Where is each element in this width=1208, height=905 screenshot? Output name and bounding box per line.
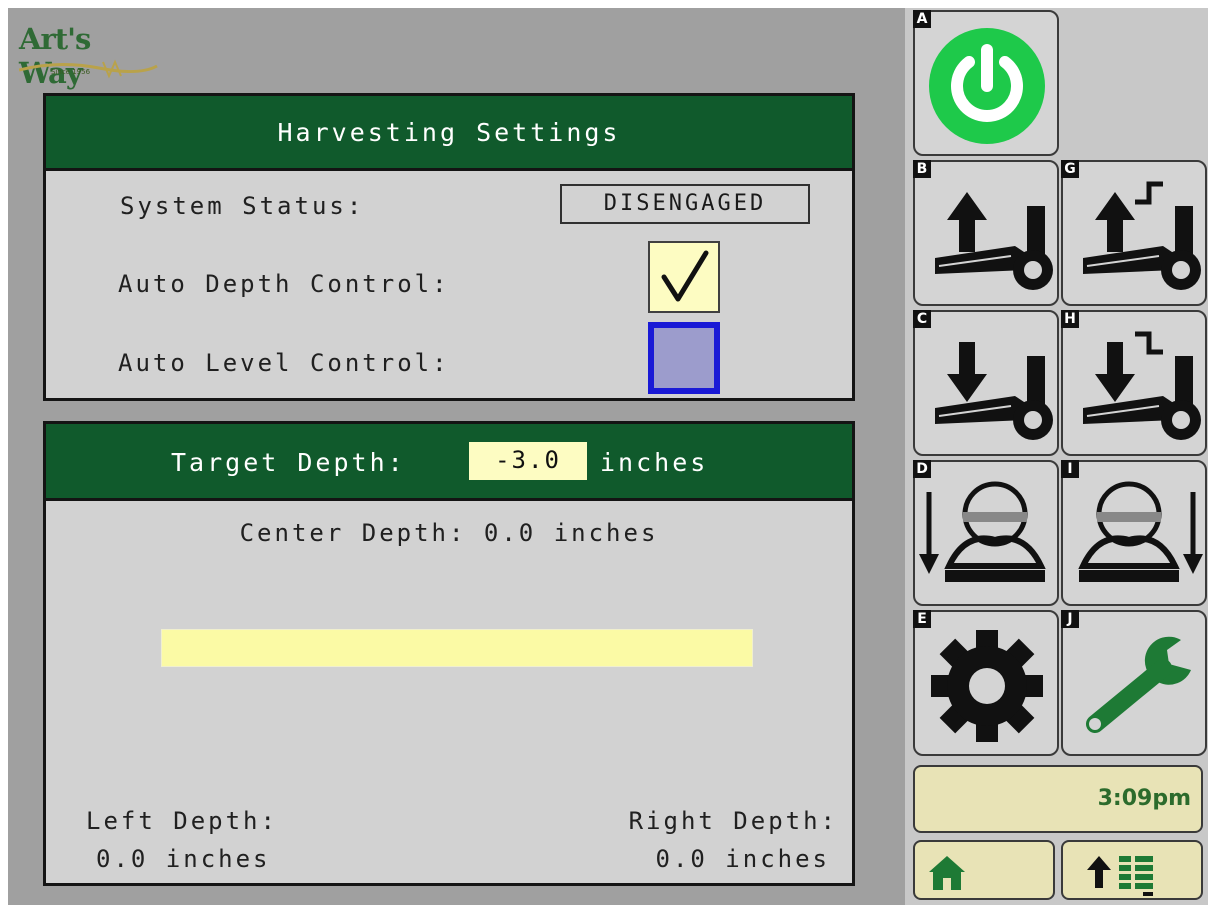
- menu-up-button[interactable]: [1061, 840, 1203, 900]
- softkey-c-lower-header-button[interactable]: C: [913, 310, 1059, 456]
- target-depth-panel: Target Depth: -3.0 inches Center Depth: …: [43, 421, 855, 886]
- softkey-a-power-button[interactable]: A: [913, 10, 1059, 156]
- checkmark-icon: [661, 250, 709, 302]
- softkey-column: A B G C H D I E J 3:09pm: [905, 8, 1208, 905]
- softkey-letter: I: [1061, 460, 1079, 478]
- wrench-icon: [1086, 636, 1191, 733]
- tilt-left-icon: [919, 481, 1046, 582]
- right-depth-value: 0.0 inches: [655, 845, 830, 873]
- home-icon: [929, 856, 965, 890]
- softkey-d-tilt-left-button[interactable]: D: [913, 460, 1059, 606]
- depth-indicator-bar: [161, 629, 753, 667]
- auto-level-checkbox[interactable]: [648, 322, 720, 394]
- center-depth-readout: Center Depth: 0.0 inches: [239, 519, 659, 547]
- right-depth-label: Right Depth:: [628, 807, 838, 835]
- settings-header: Harvesting Settings: [46, 96, 852, 171]
- left-depth-label: Left Depth:: [86, 807, 278, 835]
- power-icon: [929, 28, 1045, 144]
- softkey-letter: E: [913, 610, 931, 628]
- softkey-letter: B: [913, 160, 931, 178]
- auto-depth-checkbox[interactable]: [648, 241, 720, 313]
- raise-header-step-icon: [1083, 181, 1201, 290]
- artsway-logo: Art's Way Since 1956: [19, 22, 159, 90]
- gear-icon: [931, 630, 1043, 742]
- softkey-letter: J: [1061, 610, 1079, 628]
- softkey-letter: C: [913, 310, 931, 328]
- softkey-j-service-button[interactable]: J: [1061, 610, 1207, 756]
- softkey-letter: A: [913, 10, 931, 28]
- left-depth-value: 0.0 inches: [96, 845, 271, 873]
- softkey-i-tilt-right-button[interactable]: I: [1061, 460, 1207, 606]
- target-depth-unit: inches: [600, 448, 709, 477]
- menu-up-icon: [1087, 856, 1153, 896]
- system-status-badge: DISENGAGED: [560, 184, 810, 224]
- softkey-e-settings-button[interactable]: E: [913, 610, 1059, 756]
- system-status-label: System Status:: [120, 192, 365, 220]
- auto-level-label: Auto Level Control:: [118, 349, 450, 377]
- home-button[interactable]: [913, 840, 1055, 900]
- softkey-g-raise-step-button[interactable]: G: [1061, 160, 1207, 306]
- auto-depth-label: Auto Depth Control:: [118, 270, 450, 298]
- tilt-right-icon: [1078, 481, 1203, 582]
- softkey-letter: H: [1061, 310, 1079, 328]
- softkey-letter: G: [1061, 160, 1079, 178]
- clock-display: 3:09pm: [913, 765, 1203, 833]
- target-depth-input[interactable]: -3.0: [469, 442, 587, 480]
- softkey-h-lower-step-button[interactable]: H: [1061, 310, 1207, 456]
- logo-tagline: Since 1956: [51, 68, 91, 76]
- target-depth-label: Target Depth:: [171, 448, 406, 477]
- lower-header-icon: [935, 342, 1053, 440]
- raise-header-icon: [935, 192, 1053, 290]
- settings-title: Harvesting Settings: [277, 118, 621, 147]
- lower-header-step-icon: [1083, 331, 1201, 440]
- target-depth-header: Target Depth: -3.0 inches: [46, 424, 852, 501]
- softkey-b-raise-header-button[interactable]: B: [913, 160, 1059, 306]
- screen: Art's Way Since 1956 Harvesting Settings…: [8, 8, 1208, 905]
- harvesting-settings-panel: Harvesting Settings System Status: DISEN…: [43, 93, 855, 401]
- softkey-letter: D: [913, 460, 931, 478]
